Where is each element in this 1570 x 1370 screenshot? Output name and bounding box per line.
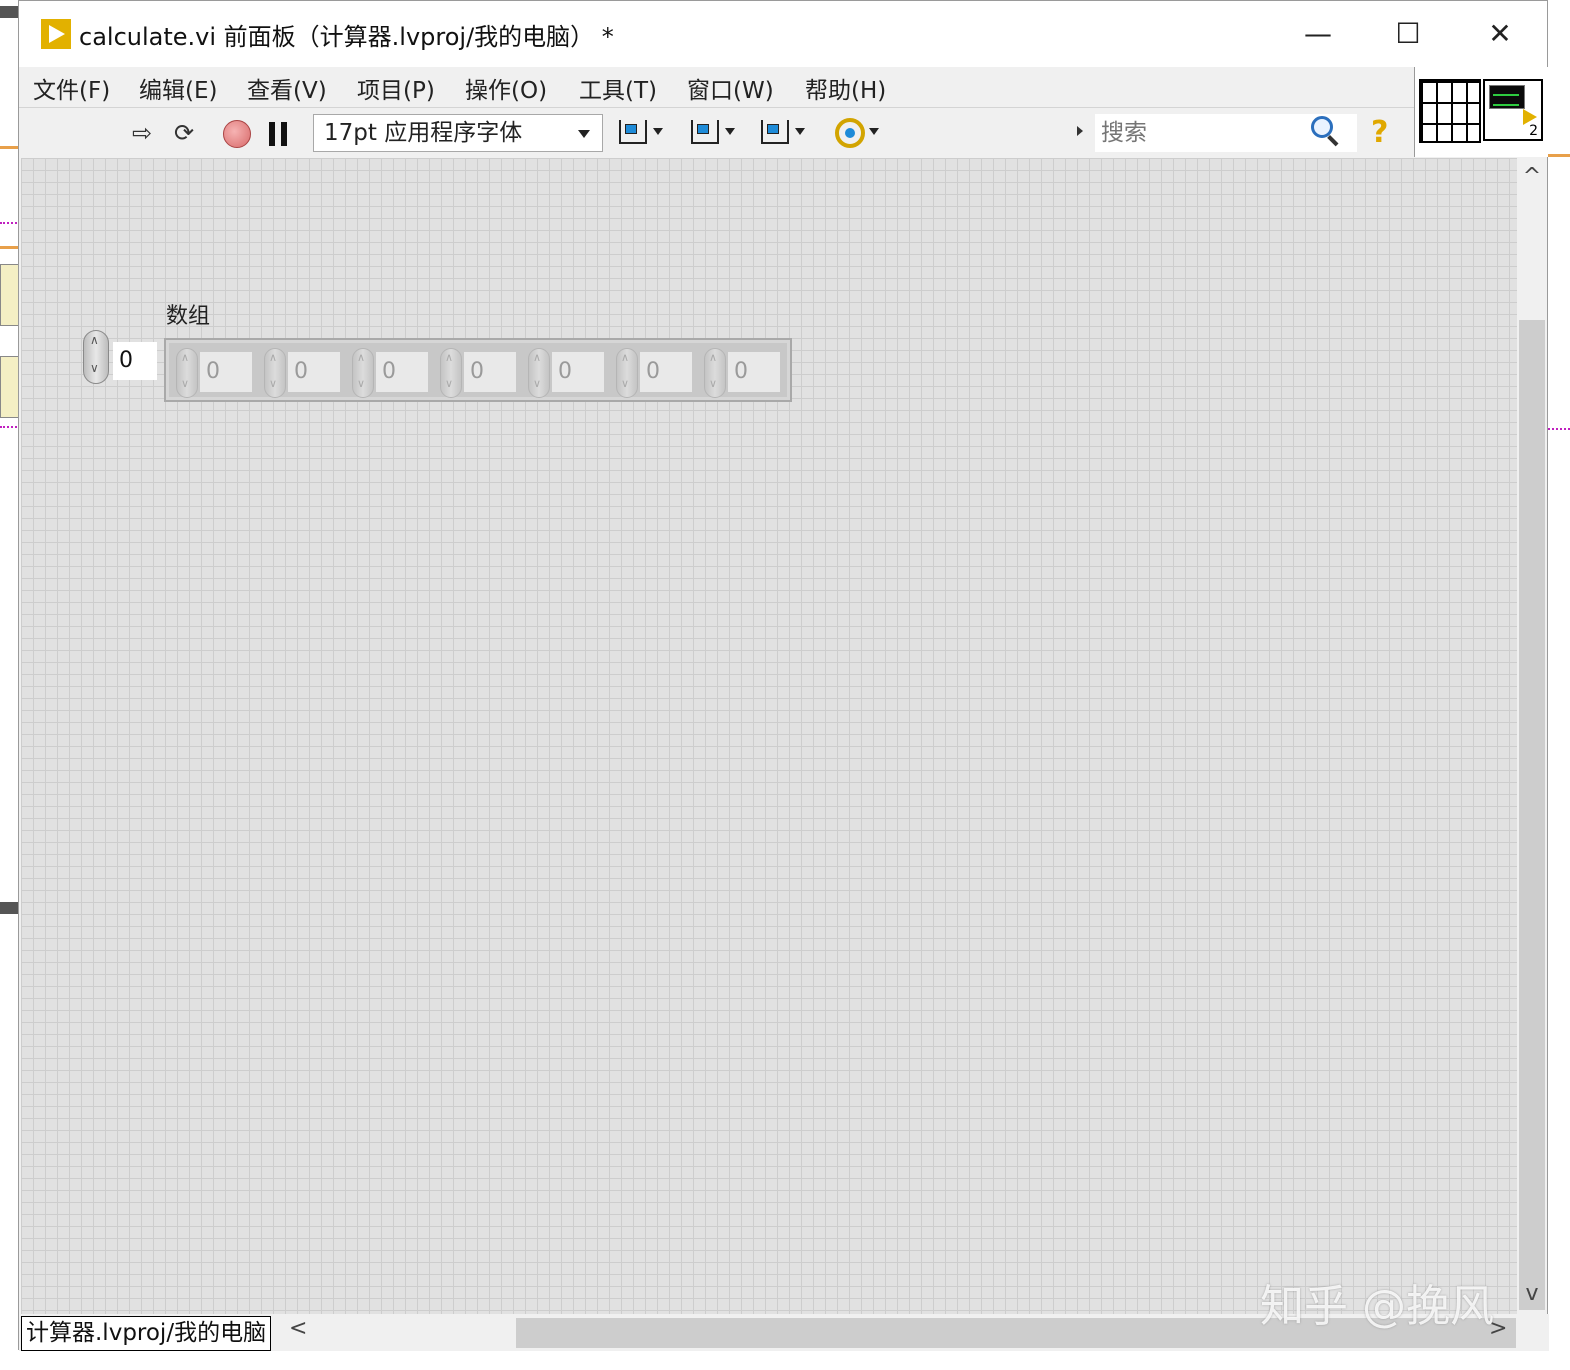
connector-pane-area: 2 <box>1414 67 1548 157</box>
abort-icon[interactable] <box>223 120 251 148</box>
background-wire <box>0 426 20 431</box>
background-wire <box>0 146 20 149</box>
search-icon[interactable] <box>1311 116 1333 138</box>
menu-window[interactable]: 窗口(W) <box>687 71 774 105</box>
background-wire <box>0 246 20 249</box>
front-panel-window: calculate.vi 前面板（计算器.lvproj/我的电脑） * — ☐ … <box>18 0 1549 1351</box>
array-index-stepper[interactable] <box>83 330 109 384</box>
distribute-objects-icon[interactable] <box>691 118 741 148</box>
close-button[interactable]: ✕ <box>1477 11 1523 57</box>
element-stepper[interactable] <box>176 348 198 398</box>
background-node <box>0 264 20 326</box>
array-control[interactable]: 0 0 0 0 0 0 0 <box>164 338 792 402</box>
connector-pane[interactable] <box>1419 79 1481 143</box>
pause-icon[interactable] <box>269 122 289 146</box>
element-stepper[interactable] <box>616 348 638 398</box>
element-value[interactable]: 0 <box>640 352 692 392</box>
element-stepper[interactable] <box>528 348 550 398</box>
chevron-down-icon <box>578 130 590 138</box>
vi-icon[interactable]: 2 <box>1483 79 1543 141</box>
array-element[interactable]: 0 <box>170 348 258 398</box>
element-stepper[interactable] <box>352 348 374 398</box>
array-element[interactable]: 0 <box>258 348 346 398</box>
window-title: calculate.vi 前面板（计算器.lvproj/我的电脑） * <box>79 23 614 51</box>
menu-project[interactable]: 项目(P) <box>357 71 435 105</box>
menu-operate[interactable]: 操作(O) <box>465 71 547 105</box>
element-stepper[interactable] <box>264 348 286 398</box>
element-value[interactable]: 0 <box>728 352 780 392</box>
scroll-up-icon[interactable]: ^ <box>1517 164 1547 189</box>
array-element[interactable]: 0 <box>610 348 698 398</box>
help-icon[interactable]: ? <box>1371 114 1388 152</box>
scroll-down-icon[interactable]: v <box>1517 1281 1547 1306</box>
background-window <box>0 0 20 1370</box>
element-stepper[interactable] <box>704 348 726 398</box>
run-continuously-icon[interactable]: ⟳ <box>169 118 199 148</box>
background-wire <box>0 6 20 18</box>
font-select-value: 17pt 应用程序字体 <box>324 120 523 146</box>
vertical-scrollbar[interactable]: ^ v <box>1517 158 1547 1314</box>
menu-help[interactable]: 帮助(H) <box>805 71 886 105</box>
array-element[interactable]: 0 <box>522 348 610 398</box>
toolbar: ⇨ ⟳ 17pt 应用程序字体 ? <box>19 107 1414 158</box>
title-bar[interactable]: calculate.vi 前面板（计算器.lvproj/我的电脑） * — ☐ … <box>19 1 1547 67</box>
element-stepper[interactable] <box>440 348 462 398</box>
element-value[interactable]: 0 <box>288 352 340 392</box>
vertical-scroll-thumb[interactable] <box>1519 320 1545 1310</box>
graph-screen-icon <box>1489 85 1525 109</box>
menu-tools[interactable]: 工具(T) <box>579 71 657 105</box>
background-wire <box>1548 154 1570 157</box>
array-element[interactable]: 0 <box>434 348 522 398</box>
menu-view[interactable]: 查看(V) <box>247 71 327 105</box>
font-select[interactable]: 17pt 应用程序字体 <box>313 114 603 152</box>
labview-app-icon <box>41 19 71 49</box>
background-wire <box>0 902 20 914</box>
array-index-value[interactable]: 0 <box>113 342 157 380</box>
align-objects-icon[interactable] <box>619 118 669 148</box>
maximize-button[interactable]: ☐ <box>1385 11 1431 57</box>
run-arrow-icon[interactable]: ⇨ <box>127 118 157 148</box>
search-expand-icon[interactable] <box>1077 126 1083 136</box>
array-element[interactable]: 0 <box>698 348 786 398</box>
watermark: 知乎 @挽风 <box>1260 1281 1494 1332</box>
background-wire <box>1548 428 1570 433</box>
menu-edit[interactable]: 编辑(E) <box>139 71 217 105</box>
menu-bar: 文件(F) 编辑(E) 查看(V) 项目(P) 操作(O) 工具(T) 窗口(W… <box>19 67 1414 107</box>
array-label: 数组 <box>166 304 211 329</box>
background-node <box>0 356 20 418</box>
resize-objects-icon[interactable] <box>761 118 811 148</box>
menu-file[interactable]: 文件(F) <box>33 71 110 105</box>
element-value[interactable]: 0 <box>376 352 428 392</box>
element-value[interactable]: 0 <box>200 352 252 392</box>
reorder-icon[interactable] <box>835 118 885 148</box>
element-value[interactable]: 0 <box>552 352 604 392</box>
front-panel-canvas[interactable]: 数组 0 0 0 0 0 0 0 0 <box>21 158 1517 1314</box>
background-wire <box>0 222 20 227</box>
scroll-left-icon[interactable]: < <box>289 1316 307 1341</box>
minimize-button[interactable]: — <box>1295 11 1341 57</box>
application-instance-context[interactable]: 计算器.lvproj/我的电脑 <box>21 1316 272 1351</box>
vi-icon-number: 2 <box>1529 123 1538 139</box>
array-element[interactable]: 0 <box>346 348 434 398</box>
element-value[interactable]: 0 <box>464 352 516 392</box>
